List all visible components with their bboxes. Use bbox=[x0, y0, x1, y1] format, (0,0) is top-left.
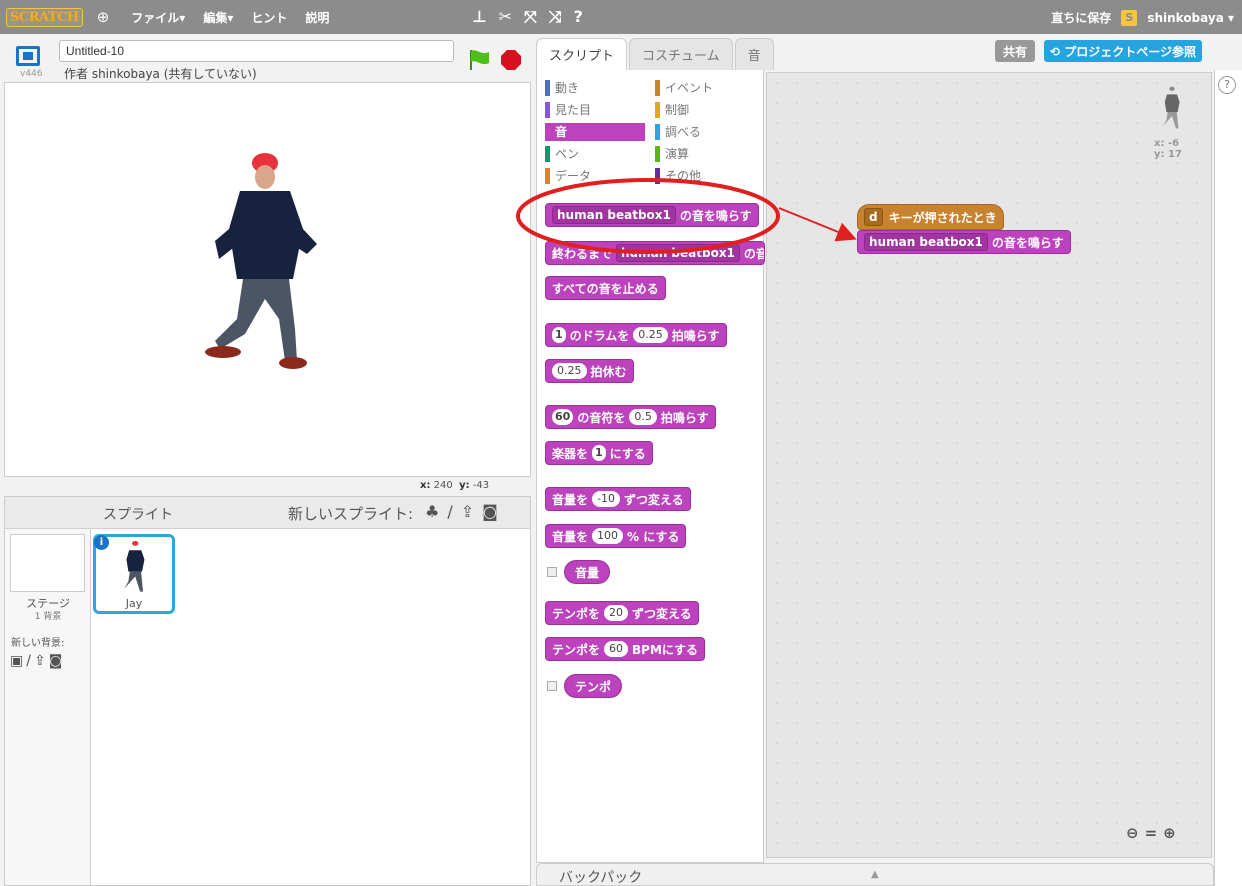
stage-thumbnail[interactable] bbox=[10, 534, 85, 592]
scripts-area[interactable] bbox=[766, 72, 1212, 858]
block-palette: 動き 見た目 音 ペン データ イベント 制御 調べる 演算 その他 human… bbox=[536, 70, 765, 863]
category-more-blocks[interactable]: その他 bbox=[655, 167, 701, 185]
paint-new-sprite-icon[interactable]: / bbox=[447, 502, 452, 521]
stage-canvas[interactable] bbox=[4, 82, 531, 477]
paint-backdrop-icon[interactable]: / bbox=[26, 653, 31, 669]
backdrop-library-icon[interactable]: ▣ bbox=[10, 653, 23, 669]
duplicate-stamp-icon[interactable]: ⊥ bbox=[472, 7, 487, 27]
jay-sprite[interactable] bbox=[185, 149, 335, 379]
help-icon[interactable]: ? bbox=[574, 7, 583, 27]
sprite-pane-header: スプライト 新しいスプライト: ♣ / ⇪ ◙ bbox=[5, 497, 530, 529]
menu-about[interactable]: 説明 bbox=[305, 9, 329, 26]
category-pen[interactable]: ペン bbox=[545, 145, 579, 163]
change-volume-block[interactable]: 音量を -10 ずつ変える bbox=[545, 487, 691, 511]
shrink-icon[interactable]: ⤨ bbox=[549, 7, 562, 27]
project-title-input[interactable] bbox=[59, 40, 454, 62]
help-question-icon[interactable]: ? bbox=[1218, 76, 1236, 94]
version-label: v446 bbox=[20, 69, 43, 79]
sprite-thumbnail-jay[interactable]: i Jay bbox=[93, 534, 175, 614]
new-sprite-label: 新しいスプライト: bbox=[288, 505, 414, 523]
tab-costumes[interactable]: コスチューム bbox=[629, 38, 733, 70]
script-play-sound-block[interactable]: human beatbox1 の音を鳴らす bbox=[857, 230, 1071, 254]
change-tempo-block[interactable]: テンポを 20 ずつ変える bbox=[545, 601, 699, 625]
current-sprite-icon bbox=[1163, 86, 1180, 129]
my-stuff-folder-icon[interactable]: S bbox=[1121, 9, 1138, 26]
upload-sprite-icon[interactable]: ⇪ bbox=[461, 502, 474, 521]
upload-backdrop-icon[interactable]: ⇪ bbox=[34, 653, 46, 669]
new-backdrop-label: 新しい背景: bbox=[11, 638, 65, 649]
stage-header: v446 作者 shinkobaya (共有していない) bbox=[4, 38, 531, 84]
zoom-reset-icon[interactable]: = bbox=[1145, 824, 1158, 842]
user-menu[interactable]: shinkobaya ▾ bbox=[1147, 11, 1234, 25]
editor-tabs: スクリプト コスチューム 音 bbox=[536, 38, 776, 70]
set-volume-block[interactable]: 音量を 100% にする bbox=[545, 524, 687, 548]
tab-scripts[interactable]: スクリプト bbox=[536, 38, 628, 70]
rest-block[interactable]: 0.25 拍休む bbox=[545, 359, 634, 383]
info-icon[interactable]: i bbox=[94, 535, 109, 550]
menu-file[interactable]: ファイル▾ bbox=[131, 9, 185, 26]
category-control[interactable]: 制御 bbox=[655, 101, 689, 119]
see-project-page-button[interactable]: ⟲ プロジェクトページ参照 bbox=[1044, 40, 1202, 62]
category-looks[interactable]: 見た目 bbox=[545, 101, 591, 119]
stage-column: ステージ 1 背景 新しい背景: ▣ / ⇪ ◙ bbox=[5, 529, 91, 885]
category-events[interactable]: イベント bbox=[655, 79, 713, 97]
zoom-in-icon[interactable]: ⊕ bbox=[1163, 824, 1176, 842]
stage-coordinates: x: 240 y: -43 bbox=[420, 480, 490, 491]
tab-sounds[interactable]: 音 bbox=[734, 38, 774, 70]
sprite-xy-readout: x: -6 y: 17 bbox=[1154, 138, 1182, 160]
tempo-reporter[interactable]: テンポ bbox=[564, 674, 623, 698]
stop-sign-icon[interactable] bbox=[500, 49, 522, 71]
expand-arrow-icon[interactable]: ▲ bbox=[871, 869, 879, 880]
stop-all-sounds-block[interactable]: すべての音を止める bbox=[545, 276, 666, 300]
play-note-block[interactable]: 60 の音符を 0.5 拍鳴らす bbox=[545, 405, 716, 429]
zoom-out-icon[interactable]: ⊖ bbox=[1126, 824, 1139, 842]
play-sound-block[interactable]: human beatbox1 の音を鳴らす bbox=[545, 203, 759, 227]
set-instrument-block[interactable]: 楽器を 1 にする bbox=[545, 441, 653, 465]
backpack-label: バックパック bbox=[559, 870, 643, 886]
volume-reporter[interactable]: 音量 bbox=[564, 560, 611, 584]
category-sound[interactable]: 音 bbox=[545, 123, 645, 141]
fullscreen-icon[interactable] bbox=[16, 46, 40, 66]
play-sound-until-done-block[interactable]: 終わるまでhuman beatbox1の音 bbox=[545, 241, 765, 265]
delete-scissors-icon[interactable]: ✂ bbox=[499, 7, 512, 27]
right-strip bbox=[1214, 70, 1242, 886]
play-drum-block[interactable]: 1 のドラムを 0.25 拍鳴らす bbox=[545, 323, 727, 347]
language-globe-icon[interactable]: ⊕ bbox=[97, 8, 110, 26]
jay-thumbnail-icon bbox=[124, 540, 145, 592]
green-flag-icon[interactable] bbox=[465, 48, 493, 72]
menu-bar: SCRATCH ⊕ ファイル▾ 編集▾ ヒント 説明 ⊥ ✂ ⤧ ⤨ ? 直ちに… bbox=[0, 0, 1242, 34]
sprites-label: スプライト bbox=[103, 507, 173, 523]
sprite-name: Jay bbox=[125, 597, 143, 610]
camera-sprite-icon[interactable]: ◙ bbox=[482, 502, 498, 521]
backpack-bar[interactable]: バックパック ▲ bbox=[536, 863, 1214, 886]
menu-edit[interactable]: 編集▾ bbox=[203, 9, 233, 26]
zoom-controls: ⊖ = ⊕ bbox=[1126, 824, 1176, 842]
set-tempo-block[interactable]: テンポを 60 BPMにする bbox=[545, 637, 706, 661]
category-data[interactable]: データ bbox=[545, 167, 591, 185]
share-button[interactable]: 共有 bbox=[995, 40, 1036, 62]
backdrop-count: 1 背景 bbox=[34, 612, 62, 622]
menu-tips[interactable]: ヒント bbox=[251, 9, 287, 26]
choose-sprite-from-library-icon[interactable]: ♣ bbox=[425, 502, 439, 521]
when-key-pressed-hat-block[interactable]: d キーが押されたとき bbox=[857, 204, 1004, 230]
author-line: 作者 shinkobaya (共有していない) bbox=[64, 67, 257, 81]
grow-icon[interactable]: ⤧ bbox=[524, 7, 537, 27]
volume-checkbox[interactable] bbox=[547, 567, 557, 577]
scratch-logo[interactable]: SCRATCH bbox=[6, 7, 83, 27]
category-sensing[interactable]: 調べる bbox=[655, 123, 701, 141]
camera-backdrop-icon[interactable]: ◙ bbox=[49, 653, 63, 669]
category-motion[interactable]: 動き bbox=[545, 79, 579, 97]
save-now-link[interactable]: 直ちに保存 bbox=[1051, 9, 1111, 26]
category-operators[interactable]: 演算 bbox=[655, 145, 689, 163]
sprite-pane: スプライト 新しいスプライト: ♣ / ⇪ ◙ ステージ 1 背景 新しい背景:… bbox=[4, 496, 531, 886]
tempo-checkbox[interactable] bbox=[547, 681, 557, 691]
